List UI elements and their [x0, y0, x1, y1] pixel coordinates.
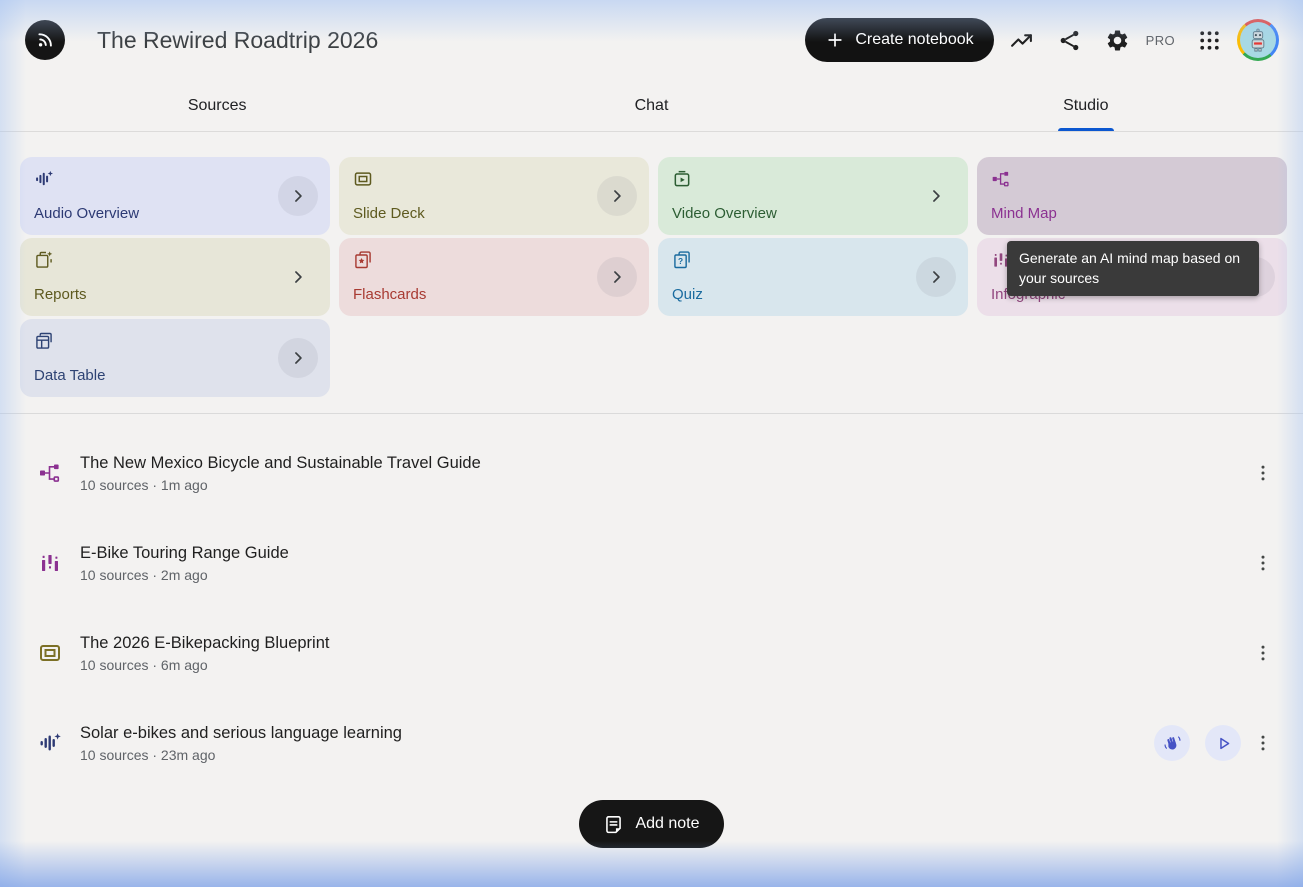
add-note-container: Add note — [0, 800, 1303, 848]
more-options-icon[interactable] — [1251, 453, 1275, 493]
card-label: Slide Deck — [353, 205, 635, 222]
card-quiz[interactable]: ? Quiz — [658, 238, 968, 316]
list-item-meta: 10 sources · 23m ago — [80, 747, 1154, 763]
google-apps-grid-icon[interactable] — [1189, 20, 1229, 60]
more-options-icon[interactable] — [1251, 633, 1275, 673]
notebooklm-logo-icon[interactable] — [25, 20, 65, 60]
infographic-bars-icon — [38, 551, 62, 575]
notebook-title[interactable]: The Rewired Roadtrip 2026 — [97, 27, 378, 54]
studio-output-list: The New Mexico Bicycle and Sustainable T… — [0, 414, 1303, 788]
chevron-right-icon[interactable] — [278, 257, 318, 297]
account-avatar[interactable] — [1237, 19, 1279, 61]
card-label: Video Overview — [672, 205, 954, 222]
video-overview-icon — [672, 169, 954, 189]
card-audio-overview[interactable]: Audio Overview — [20, 157, 330, 235]
list-item-infographic[interactable]: E-Bike Touring Range Guide 10 sources · … — [0, 518, 1303, 608]
card-reports[interactable]: Reports — [20, 238, 330, 316]
quiz-cards-icon: ? — [672, 250, 954, 270]
card-label: Data Table — [34, 367, 316, 384]
note-icon — [603, 814, 624, 835]
chevron-right-icon[interactable] — [597, 176, 637, 216]
list-item-text: The 2026 E-Bikepacking Blueprint 10 sour… — [80, 634, 1251, 673]
robot-avatar-image — [1240, 22, 1276, 58]
card-label: Mind Map — [991, 205, 1273, 222]
mind-map-icon — [991, 169, 1273, 189]
list-item-slide-deck[interactable]: The 2026 E-Bikepacking Blueprint 10 sour… — [0, 608, 1303, 698]
tab-sources-label: Sources — [188, 97, 247, 115]
data-table-icon — [34, 331, 316, 351]
chevron-right-icon[interactable] — [597, 257, 637, 297]
card-slide-deck[interactable]: Slide Deck — [339, 157, 649, 235]
card-video-overview[interactable]: Video Overview — [658, 157, 968, 235]
panel-tabs: Sources Chat Studio — [0, 80, 1303, 132]
tab-chat[interactable]: Chat — [434, 80, 868, 131]
settings-gear-icon[interactable] — [1098, 20, 1138, 60]
list-item-meta: 10 sources · 6m ago — [80, 657, 1251, 673]
add-note-button[interactable]: Add note — [579, 800, 723, 848]
list-item-title: The New Mexico Bicycle and Sustainable T… — [80, 454, 1251, 473]
card-label: Flashcards — [353, 286, 635, 303]
card-flashcards[interactable]: Flashcards — [339, 238, 649, 316]
audio-waveform-sparkle-icon — [34, 169, 316, 189]
chevron-right-icon[interactable] — [278, 176, 318, 216]
share-icon[interactable] — [1050, 20, 1090, 60]
create-notebook-label: Create notebook — [855, 31, 973, 49]
tab-studio-label: Studio — [1063, 97, 1108, 115]
mind-map-tooltip: Generate an AI mind map based on your so… — [1007, 241, 1259, 296]
create-notebook-button[interactable]: Create notebook — [805, 18, 993, 62]
more-options-icon[interactable] — [1251, 543, 1275, 583]
add-note-label: Add note — [635, 815, 699, 833]
mind-map-icon — [38, 461, 62, 485]
card-data-table[interactable]: Data Table — [20, 319, 330, 397]
list-item-title: Solar e-bikes and serious language learn… — [80, 724, 1154, 743]
card-mind-map[interactable]: Mind Map — [977, 157, 1287, 235]
slide-deck-icon — [353, 169, 635, 189]
svg-text:?: ? — [678, 256, 683, 266]
list-item-audio-overview[interactable]: Solar e-bikes and serious language learn… — [0, 698, 1303, 788]
audio-player-actions — [1154, 725, 1241, 761]
audio-waveform-sparkle-icon — [38, 731, 62, 755]
list-item-meta: 10 sources · 2m ago — [80, 567, 1251, 583]
interactive-mode-hand-icon[interactable] — [1154, 725, 1190, 761]
list-item-text: Solar e-bikes and serious language learn… — [80, 724, 1154, 763]
card-label: Quiz — [672, 286, 954, 303]
active-tab-underline — [1058, 128, 1114, 131]
list-item-text: E-Bike Touring Range Guide 10 sources · … — [80, 544, 1251, 583]
card-label: Reports — [34, 286, 316, 303]
plus-icon — [825, 30, 845, 50]
tab-studio[interactable]: Studio — [869, 80, 1303, 131]
app-header: The Rewired Roadtrip 2026 Create noteboo… — [0, 0, 1303, 80]
analytics-trending-icon[interactable] — [1002, 20, 1042, 60]
list-item-text: The New Mexico Bicycle and Sustainable T… — [80, 454, 1251, 493]
list-item-title: E-Bike Touring Range Guide — [80, 544, 1251, 563]
chevron-right-icon[interactable] — [916, 257, 956, 297]
flashcards-star-icon — [353, 250, 635, 270]
pro-badge: PRO — [1146, 33, 1175, 48]
tab-sources[interactable]: Sources — [0, 80, 434, 131]
list-item-mind-map[interactable]: The New Mexico Bicycle and Sustainable T… — [0, 428, 1303, 518]
header-actions: Create notebook PRO — [805, 18, 1279, 62]
list-item-meta: 10 sources · 1m ago — [80, 477, 1251, 493]
tab-chat-label: Chat — [635, 97, 669, 115]
reports-sparkle-icon — [34, 250, 316, 270]
play-icon[interactable] — [1205, 725, 1241, 761]
card-label: Audio Overview — [34, 205, 316, 222]
chevron-right-icon[interactable] — [278, 338, 318, 378]
slide-deck-icon — [38, 641, 62, 665]
list-item-title: The 2026 E-Bikepacking Blueprint — [80, 634, 1251, 653]
chevron-right-icon[interactable] — [916, 176, 956, 216]
more-options-icon[interactable] — [1251, 723, 1275, 763]
